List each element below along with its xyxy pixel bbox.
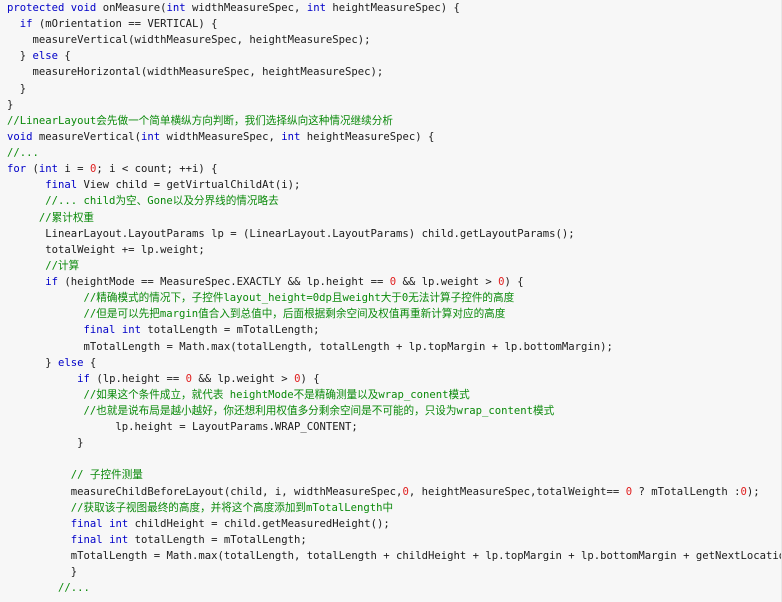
code-line: // 子控件测量: [70, 469, 143, 482]
code-line: mTotalLength = Math.max(totalLength, tot…: [7, 340, 613, 353]
code-line: final View child = getVirtualChildAt(i);: [45, 179, 301, 192]
code-line: //精确模式的情况下，子控件layout_height=0dp且weight大于…: [83, 292, 515, 305]
code-line: //LinearLayout会先做一个简单横纵方向判断，我们选择纵向这种情况继续…: [7, 114, 393, 127]
code-line: if (mOrientation == VERTICAL) {: [19, 18, 218, 31]
code-line: //获取该子视图最终的高度，并将这个高度添加到mTotalLength中: [70, 501, 394, 514]
code-line: if (lp.height == 0 && lp.weight > 0) {: [77, 372, 320, 385]
code-line: measureChildBeforeLayout(child, i, width…: [7, 485, 760, 498]
code-line: }: [7, 82, 27, 95]
code-line: //计算: [45, 259, 80, 272]
code-line: if (heightMode == MeasureSpec.EXACTLY &&…: [45, 276, 524, 289]
code-line: //也就是说布局是越小越好，你还想利用权值多分剩余空间是不可能的，只设为wrap…: [83, 405, 555, 417]
code-line: //累计权重: [38, 211, 95, 224]
code-line: mTotalLength = Math.max(totalLength, tot…: [70, 550, 782, 563]
code-line: } else {: [7, 50, 71, 63]
code-line: final int childHeight = child.getMeasure…: [70, 517, 390, 530]
code-line: }: [7, 566, 78, 579]
code-line: measureHorizontal(widthMeasureSpec, heig…: [7, 66, 384, 79]
code-line: final int totalLength = mTotalLength;: [70, 533, 307, 546]
code-line: //如果这个条件成立，就代表 heightMode不是精确测量以及wrap_co…: [83, 388, 470, 401]
code-line: }: [7, 437, 84, 450]
code-line: //...: [7, 147, 39, 160]
code-line: } else {: [7, 356, 97, 369]
code-line: lp.height = LayoutParams.WRAP_CONTENT;: [7, 421, 358, 434]
code-snippet: protected void onMeasure(int widthMeasur…: [0, 0, 782, 602]
code-line: measureVertical(widthMeasureSpec, height…: [7, 34, 371, 47]
code-line: LinearLayout.LayoutParams lp = (LinearLa…: [7, 227, 575, 240]
code-line: //...: [58, 582, 90, 595]
code-line: }: [7, 98, 14, 111]
code-line: //... child为空、Gone以及分界线的情况略去: [45, 195, 279, 208]
code-line: totalWeight += lp.weight;: [7, 243, 205, 256]
code-line: //但是可以先把margin值合入到总值中，后面根据剩余空间及权值再重新计算对应…: [83, 308, 506, 321]
code-line: for (int i = 0; i < count; ++i) {: [7, 163, 218, 176]
code-line: void measureVertical(int widthMeasureSpe…: [7, 130, 435, 143]
code-line: final int totalLength = mTotalLength;: [83, 324, 320, 337]
code-line: protected void onMeasure(int widthMeasur…: [7, 2, 460, 14]
